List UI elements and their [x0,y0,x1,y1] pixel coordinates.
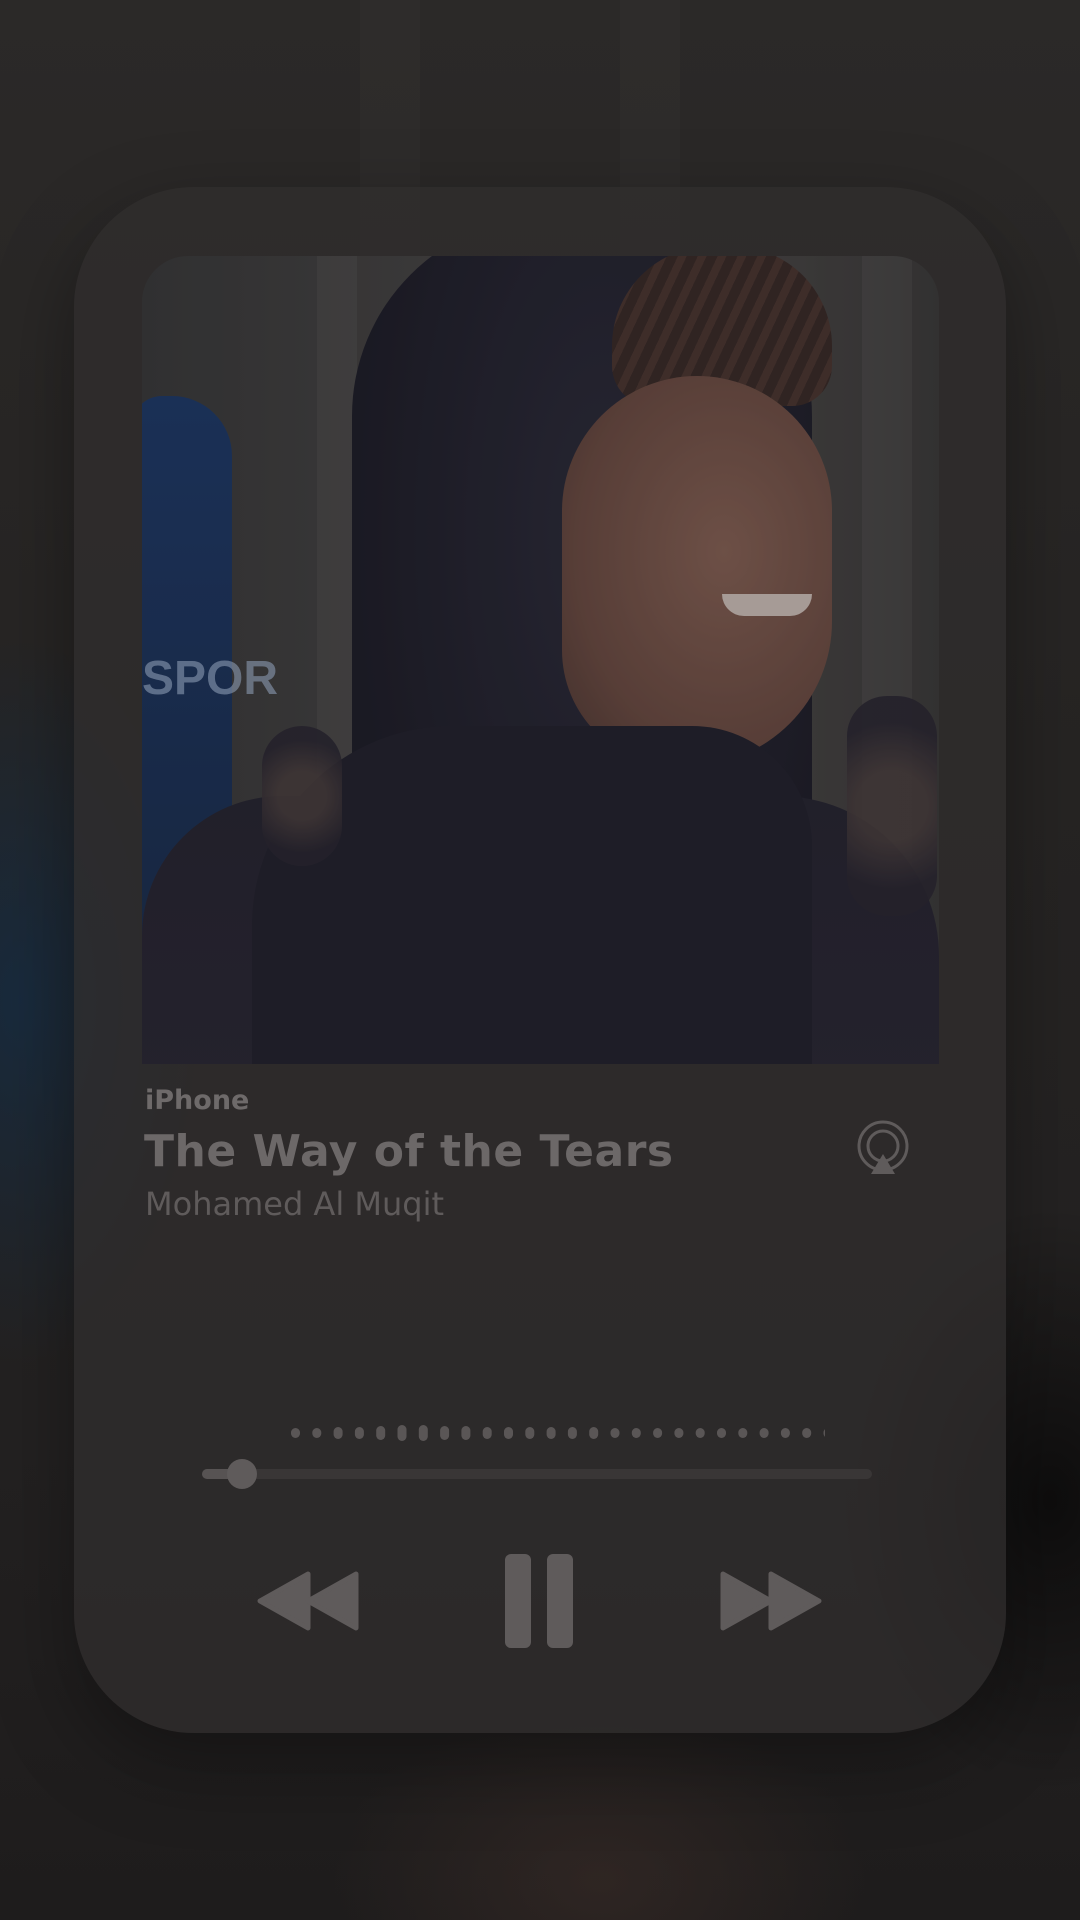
waveform-bar [376,1426,386,1440]
waveform-bar [695,1428,705,1438]
waveform-bar [674,1428,684,1438]
album-artwork[interactable]: SPOR [142,256,939,1064]
waveform-bar [525,1427,535,1439]
waveform-bar [418,1425,428,1441]
waveform-bar [461,1426,471,1440]
fast-forward-icon [720,1571,822,1631]
waveform-bar [631,1428,641,1438]
rewind-icon [257,1571,359,1631]
output-device-label: iPhone [145,1085,250,1116]
progress-knob[interactable] [227,1459,258,1489]
waveform-bar [567,1427,577,1439]
waveform-bar [312,1428,322,1438]
waveform-bar [291,1428,300,1438]
progress-track[interactable] [202,1469,872,1479]
track-title: The Way of the Tears [144,1126,674,1177]
rewind-button[interactable] [254,1570,362,1636]
airplay-icon[interactable] [855,1120,911,1176]
waveform-bar [759,1428,769,1438]
waveform-bar [653,1428,663,1438]
artwork-dim-overlay [142,256,939,1064]
waveform-bar [482,1427,492,1439]
waveform-bar [504,1427,513,1439]
waveform-bar [717,1428,726,1438]
waveform-bar [397,1425,407,1441]
waveform-bar [546,1427,556,1439]
waveform-bar [823,1429,825,1437]
waveform-bar [802,1428,812,1438]
forward-button[interactable] [719,1570,825,1636]
pause-icon [505,1554,573,1648]
waveform-bar [589,1427,599,1439]
pause-button[interactable] [503,1552,575,1654]
waveform-bar [610,1428,620,1438]
waveform-bar [738,1428,748,1438]
waveform-bar [333,1427,343,1439]
waveform-bar [354,1427,364,1439]
audio-waveform [291,1425,825,1441]
waveform-bar [440,1426,450,1440]
waveform-bar [780,1428,790,1438]
track-artist[interactable]: Mohamed Al Muqit [145,1185,444,1223]
